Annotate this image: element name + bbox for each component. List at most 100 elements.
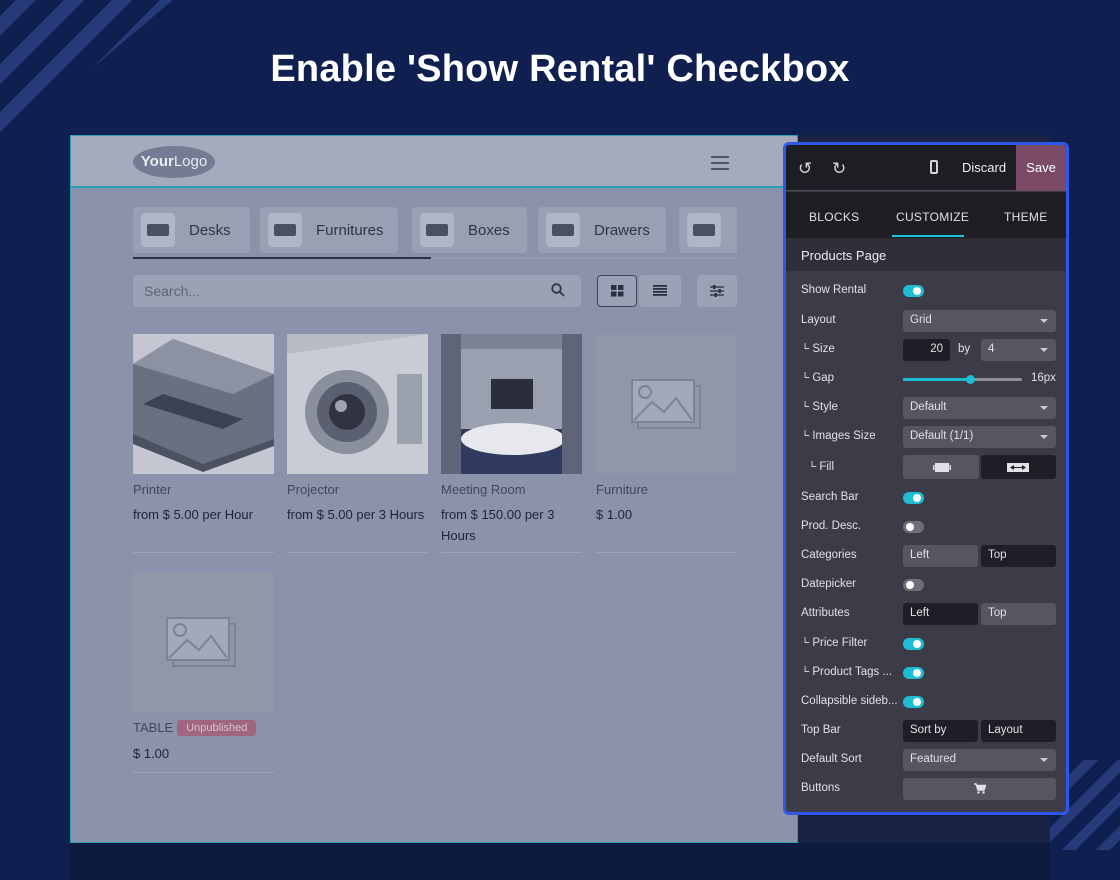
divider <box>441 552 582 553</box>
furniture-thumbnail <box>268 213 302 247</box>
cabinet-thumbnail <box>687 213 721 247</box>
active-tab-indicator <box>892 235 964 237</box>
category-furnitures[interactable]: Furnitures <box>260 207 398 253</box>
option-top-bar: Top Bar Sort by Layout <box>786 720 1066 744</box>
category-desks[interactable]: Desks <box>133 207 250 253</box>
gap-slider-fill <box>903 378 970 381</box>
option-datepicker: Datepicker <box>786 574 1066 598</box>
layout-select[interactable]: Grid <box>903 310 1056 332</box>
attributes-top-button[interactable]: Top <box>981 603 1056 625</box>
option-price-filter: └ Price Filter <box>786 633 1066 657</box>
collapsible-sidebar-toggle[interactable] <box>903 696 924 708</box>
option-buttons: Buttons <box>786 778 1066 802</box>
product-card[interactable]: Meeting Room from $ 150.00 per 3 Hours <box>441 334 582 553</box>
search-bar-toggle[interactable] <box>903 492 924 504</box>
search-input[interactable]: Search... <box>133 275 581 307</box>
divider <box>133 552 274 553</box>
website-preview: YourLogo Desks Furnitures Boxes Drawers … <box>70 135 798 843</box>
option-layout: Layout Grid <box>786 310 1066 334</box>
option-product-tags: └ Product Tags ... <box>786 662 1066 686</box>
product-card[interactable]: Projector from $ 5.00 per 3 Hours <box>287 334 428 553</box>
option-gap: └ Gap 16px <box>801 372 1056 384</box>
site-logo[interactable]: YourLogo <box>133 146 215 178</box>
status-badge: Unpublished <box>177 720 257 736</box>
search-icon[interactable] <box>551 283 565 297</box>
top-bar-layout-button[interactable]: Layout <box>981 720 1056 742</box>
product-tags-toggle[interactable] <box>903 667 924 679</box>
divider <box>596 552 737 553</box>
categories-top-button[interactable]: Top <box>981 545 1056 567</box>
option-show-rental: Show Rental <box>786 280 1066 304</box>
placeholder-image-icon <box>133 572 274 712</box>
size-input[interactable]: 20 <box>903 339 950 361</box>
category-boxes[interactable]: Boxes <box>412 207 527 253</box>
product-image <box>133 334 274 474</box>
list-view-button[interactable] <box>639 275 681 307</box>
divider <box>287 552 428 553</box>
option-collapsible-sidebar: Collapsible sideb... <box>786 691 1066 715</box>
box-thumbnail <box>420 213 454 247</box>
option-size: └ Size 20 by 4 <box>786 339 1066 363</box>
grid-icon <box>611 285 624 297</box>
product-name: TABLE <box>133 720 174 735</box>
columns-select[interactable]: 4 <box>981 339 1056 361</box>
option-images-size: └ Images Size Default (1/1) <box>786 426 1066 450</box>
option-categories: Categories Left Top <box>786 545 1066 569</box>
style-select[interactable]: Default <box>903 397 1056 419</box>
tab-blocks[interactable]: BLOCKS <box>809 210 860 224</box>
page-footer-strip <box>70 843 1050 880</box>
gap-slider-handle[interactable] <box>966 375 975 384</box>
tab-theme[interactable]: THEME <box>1004 210 1048 224</box>
price-filter-toggle[interactable] <box>903 638 924 650</box>
top-bar-sort-button[interactable]: Sort by <box>903 720 978 742</box>
section-header: Products Page <box>786 238 1066 271</box>
tab-customize[interactable]: CUSTOMIZE <box>896 210 969 224</box>
categories-left-button[interactable]: Left <box>903 545 978 567</box>
sliders-icon <box>710 285 724 297</box>
attributes-left-button[interactable]: Left <box>903 603 978 625</box>
fill-contain-button[interactable] <box>903 455 979 479</box>
editor-toolbar: ↺ ↻ Discard Save <box>786 145 1066 191</box>
undo-icon[interactable]: ↺ <box>798 159 812 179</box>
product-card[interactable]: Printer from $ 5.00 per Hour <box>133 334 274 553</box>
option-attributes: Attributes Left Top <box>786 603 1066 627</box>
add-to-cart-button-toggle[interactable] <box>903 778 1056 800</box>
contain-icon <box>933 463 951 472</box>
redo-icon[interactable]: ↻ <box>832 159 846 179</box>
product-image <box>441 334 582 474</box>
divider <box>133 772 274 773</box>
list-icon <box>653 285 667 296</box>
prod-desc-toggle[interactable] <box>903 521 924 533</box>
carousel-scroll-indicator <box>133 257 431 259</box>
option-prod-desc: Prod. Desc. <box>786 516 1066 540</box>
option-fill: └ Fill <box>786 455 1066 479</box>
stretch-icon <box>1007 463 1029 472</box>
product-card[interactable]: Furniture $ 1.00 <box>596 334 737 553</box>
filter-button[interactable] <box>697 275 737 307</box>
option-style: └ Style Default <box>786 397 1066 421</box>
category-carousel: Desks Furnitures Boxes Drawers <box>133 207 737 259</box>
discard-button[interactable]: Discard <box>962 160 1006 175</box>
desk-thumbnail <box>141 213 175 247</box>
fill-cover-button[interactable] <box>981 455 1056 479</box>
show-rental-toggle[interactable] <box>903 285 924 297</box>
save-button[interactable]: Save <box>1016 145 1066 191</box>
mobile-preview-icon[interactable] <box>930 160 938 174</box>
default-sort-select[interactable]: Featured <box>903 749 1056 771</box>
product-card[interactable]: TABLE Unpublished $ 1.00 <box>133 572 274 773</box>
category-more[interactable] <box>679 207 737 253</box>
placeholder-image-icon <box>596 334 737 474</box>
cart-icon <box>974 783 986 794</box>
menu-icon[interactable] <box>711 156 729 170</box>
panel-tabs: BLOCKS CUSTOMIZE THEME <box>786 192 1066 238</box>
option-default-sort: Default Sort Featured <box>786 749 1066 773</box>
headline: Enable 'Show Rental' Checkbox <box>270 48 850 90</box>
grid-view-button[interactable] <box>597 275 637 307</box>
option-search-bar: Search Bar <box>786 487 1066 511</box>
category-drawers[interactable]: Drawers <box>538 207 666 253</box>
drawer-thumbnail <box>546 213 580 247</box>
images-size-select[interactable]: Default (1/1) <box>903 426 1056 448</box>
datepicker-toggle[interactable] <box>903 579 924 591</box>
customize-panel: ↺ ↻ Discard Save BLOCKS CUSTOMIZE THEME … <box>783 142 1069 815</box>
product-image <box>287 334 428 474</box>
